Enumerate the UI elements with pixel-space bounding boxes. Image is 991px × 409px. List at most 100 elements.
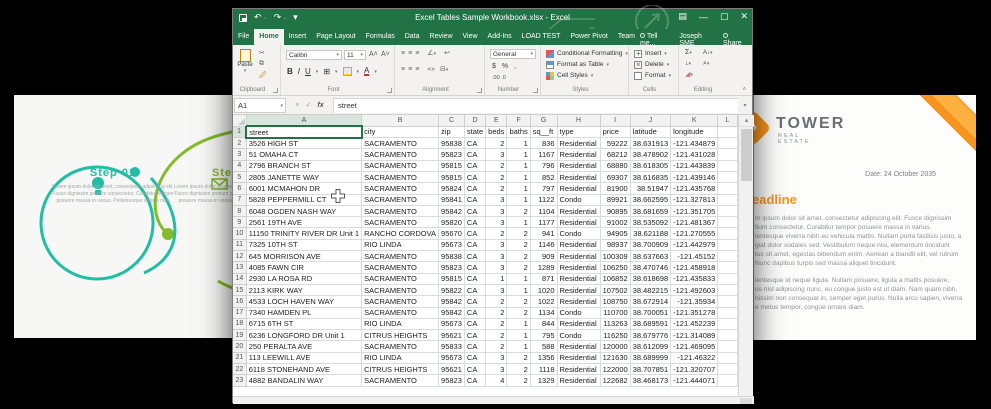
cell-L14[interactable] bbox=[718, 273, 738, 284]
cell-D13[interactable]: CA bbox=[464, 262, 485, 273]
cell-I14[interactable]: 106852 bbox=[600, 273, 630, 284]
row-header-23[interactable]: 23 bbox=[233, 375, 246, 386]
cell-H15[interactable]: Residential bbox=[557, 284, 600, 295]
cell-D15[interactable]: CA bbox=[464, 284, 485, 295]
cell-D23[interactable]: CA bbox=[464, 375, 485, 386]
cell-L8[interactable] bbox=[718, 205, 738, 216]
cell-C20[interactable]: 95833 bbox=[439, 341, 465, 352]
cell-G21[interactable]: 1356 bbox=[530, 352, 557, 363]
cell-I10[interactable]: 94905 bbox=[600, 228, 630, 239]
cell-E4[interactable]: 2 bbox=[486, 160, 507, 171]
cell-H19[interactable]: Condo bbox=[557, 330, 600, 341]
cell-B2[interactable]: SACRAMENTO bbox=[362, 138, 439, 149]
cell-A13[interactable]: 4085 FAWN CIR bbox=[246, 262, 361, 273]
cell-C4[interactable]: 95815 bbox=[439, 160, 465, 171]
cancel-formula-icon[interactable]: × bbox=[295, 102, 299, 109]
tab-team[interactable]: Team bbox=[613, 29, 640, 45]
grow-font-icon[interactable]: A˄ bbox=[369, 51, 378, 59]
vertical-scroll-thumb[interactable] bbox=[741, 129, 752, 181]
cell-H11[interactable]: Residential bbox=[557, 239, 600, 250]
cell-L12[interactable] bbox=[718, 251, 738, 262]
cell-A8[interactable]: 6048 OGDEN NASH WAY bbox=[246, 205, 361, 216]
cell-F15[interactable]: 1 bbox=[507, 284, 530, 295]
row-header-13[interactable]: 13 bbox=[233, 262, 246, 273]
cell-F23[interactable]: 2 bbox=[507, 375, 530, 386]
cell-I8[interactable]: 90895 bbox=[600, 205, 630, 216]
find-select-icon[interactable]: ⌕▾ bbox=[703, 60, 721, 68]
cell-J6[interactable]: 38.51947 bbox=[630, 183, 670, 194]
cell-E9[interactable]: 3 bbox=[486, 217, 507, 228]
cell-K2[interactable]: -121.434879 bbox=[671, 138, 718, 149]
cell-A16[interactable]: 4533 LOCH HAVEN WAY bbox=[246, 296, 361, 307]
cell-H6[interactable]: Residential bbox=[557, 183, 600, 194]
cell-D1[interactable]: state bbox=[464, 126, 485, 137]
cell-D21[interactable]: CA bbox=[464, 352, 485, 363]
cell-C5[interactable]: 95815 bbox=[439, 171, 465, 182]
number-dialog-launcher[interactable] bbox=[533, 88, 538, 93]
cell-L1[interactable] bbox=[718, 126, 738, 137]
cell-C21[interactable]: 95673 bbox=[439, 352, 465, 363]
cell-G20[interactable]: 588 bbox=[530, 341, 557, 352]
cell-C19[interactable]: 95621 bbox=[439, 330, 465, 341]
cell-B23[interactable]: SACRAMENTO bbox=[362, 375, 439, 386]
row-header-11[interactable]: 11 bbox=[233, 239, 246, 250]
cell-E11[interactable]: 3 bbox=[486, 239, 507, 250]
cell-G15[interactable]: 1020 bbox=[530, 284, 557, 295]
cell-J1[interactable]: latitude bbox=[630, 126, 670, 137]
cell-K13[interactable]: -121.458918 bbox=[671, 262, 718, 273]
row-header-10[interactable]: 10 bbox=[233, 228, 246, 239]
tab-home[interactable]: Home bbox=[254, 29, 283, 45]
cell-I2[interactable]: 59222 bbox=[600, 138, 630, 149]
cell-A23[interactable]: 4882 BANDALIN WAY bbox=[246, 375, 361, 386]
cell-C3[interactable]: 95823 bbox=[439, 149, 465, 160]
borders-icon[interactable]: ⊞ bbox=[323, 67, 330, 76]
tab-page-layout[interactable]: Page Layout bbox=[311, 29, 360, 45]
cell-B13[interactable]: SACRAMENTO bbox=[362, 262, 439, 273]
cell-B16[interactable]: SACRAMENTO bbox=[362, 296, 439, 307]
cell-J23[interactable]: 38.468173 bbox=[630, 375, 670, 386]
cell-B9[interactable]: SACRAMENTO bbox=[362, 217, 439, 228]
cell-K10[interactable]: -121.270555 bbox=[671, 228, 718, 239]
cell-G13[interactable]: 1289 bbox=[530, 262, 557, 273]
row-header-18[interactable]: 18 bbox=[233, 318, 246, 329]
col-header-J[interactable]: J bbox=[630, 115, 670, 126]
cell-A18[interactable]: 6715 6TH ST bbox=[246, 318, 361, 329]
cell-L5[interactable] bbox=[718, 171, 738, 182]
cell-H14[interactable]: Residential bbox=[557, 273, 600, 284]
cell-F10[interactable]: 2 bbox=[507, 228, 530, 239]
cell-F7[interactable]: 1 bbox=[507, 194, 530, 205]
cell-D4[interactable]: CA bbox=[464, 160, 485, 171]
cell-L3[interactable] bbox=[718, 149, 738, 160]
cell-J11[interactable]: 38.700909 bbox=[630, 239, 670, 250]
cell-G7[interactable]: 1122 bbox=[530, 194, 557, 205]
cell-B4[interactable]: SACRAMENTO bbox=[362, 160, 439, 171]
cell-J9[interactable]: 38.535092 bbox=[630, 217, 670, 228]
cell-C8[interactable]: 95842 bbox=[439, 205, 465, 216]
cell-J20[interactable]: 38.612099 bbox=[630, 341, 670, 352]
cell-H10[interactable]: Condo bbox=[557, 228, 600, 239]
row-header-1[interactable]: 1 bbox=[233, 126, 246, 137]
cell-F3[interactable]: 1 bbox=[507, 149, 530, 160]
cell-J13[interactable]: 38.470746 bbox=[630, 262, 670, 273]
row-header-3[interactable]: 3 bbox=[233, 149, 246, 160]
font-size-combo[interactable]: 11 ▾ bbox=[344, 50, 366, 60]
format-as-table-button[interactable]: Format as Table▾ bbox=[546, 59, 628, 70]
cell-E14[interactable]: 1 bbox=[486, 273, 507, 284]
comma-icon[interactable]: , bbox=[514, 63, 516, 71]
cell-C7[interactable]: 95841 bbox=[439, 194, 465, 205]
cell-E18[interactable]: 2 bbox=[486, 318, 507, 329]
cell-E6[interactable]: 2 bbox=[486, 183, 507, 194]
cell-D9[interactable]: CA bbox=[464, 217, 485, 228]
col-header-H[interactable]: H bbox=[557, 115, 600, 126]
insert-cells-button[interactable]: Insert▾ bbox=[634, 48, 671, 59]
row-header-7[interactable]: 7 bbox=[233, 194, 246, 205]
cell-A20[interactable]: 250 PERALTA AVE bbox=[246, 341, 361, 352]
cell-F9[interactable]: 1 bbox=[507, 217, 530, 228]
percent-icon[interactable]: % bbox=[502, 63, 508, 71]
cell-K20[interactable]: -121.469095 bbox=[671, 341, 718, 352]
cell-J5[interactable]: 38.616835 bbox=[630, 171, 670, 182]
cell-K12[interactable]: -121.45152 bbox=[671, 251, 718, 262]
cell-I3[interactable]: 68212 bbox=[600, 149, 630, 160]
cell-I6[interactable]: 81900 bbox=[600, 183, 630, 194]
font-color-icon[interactable]: A bbox=[364, 67, 369, 76]
